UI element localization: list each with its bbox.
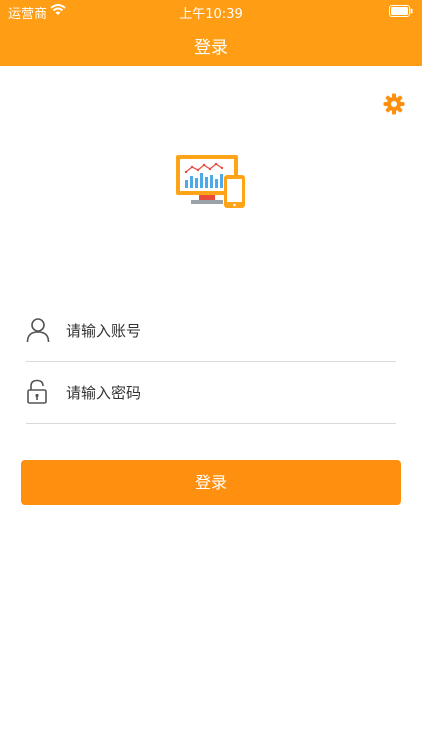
battery-icon	[389, 5, 413, 21]
status-time: 上午10:39	[179, 7, 243, 22]
status-bar: 运营商 上午10:39	[0, 0, 422, 22]
password-input[interactable]	[66, 379, 386, 407]
top-bar: 运营商 上午10:39 登录	[0, 0, 422, 66]
user-icon	[26, 317, 50, 347]
gear-icon[interactable]	[383, 93, 405, 115]
username-input[interactable]	[66, 317, 386, 345]
username-field	[26, 301, 396, 362]
page-title: 登录	[194, 38, 228, 58]
password-field	[26, 363, 396, 424]
monitor-chart-logo	[173, 153, 249, 215]
login-button[interactable]: 登录	[21, 460, 401, 505]
lock-icon	[26, 379, 48, 409]
